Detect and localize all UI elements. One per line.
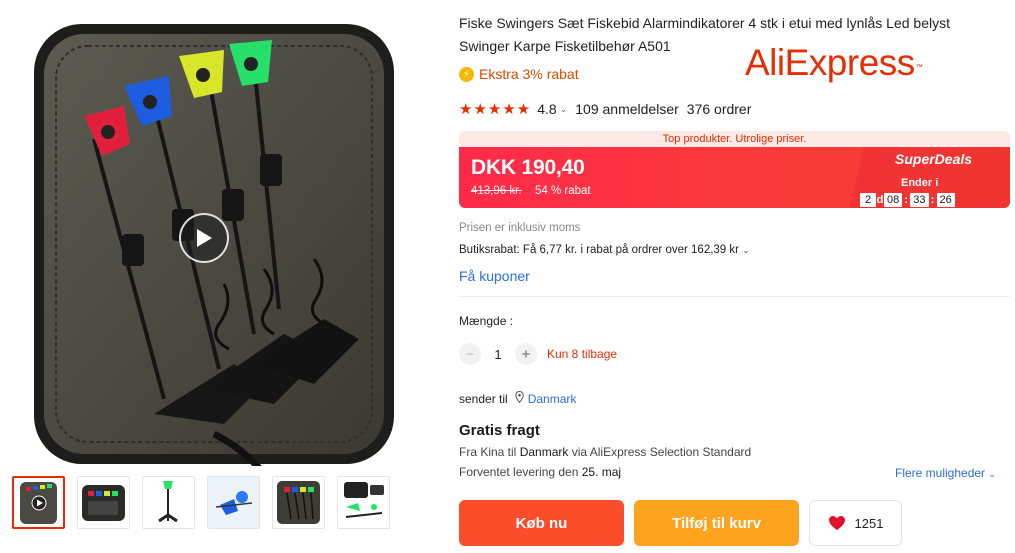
wishlist-count: 1251	[854, 515, 884, 531]
extra-discount-label: Ekstra 3% rabat	[479, 66, 579, 82]
brand-name: AliExpress	[745, 42, 915, 83]
deal-banner: Top produkter. Utrolige priser.	[459, 131, 1010, 147]
delivery-date: 25. maj	[581, 465, 622, 479]
price-box: DKK 190,40 413,96 kr. 54 % rabat SuperDe…	[459, 147, 1010, 208]
product-main-image[interactable]	[4, 4, 428, 466]
get-coupons-link[interactable]: Få kuponer	[459, 268, 530, 284]
video-play-button[interactable]	[179, 213, 229, 263]
delivery-label: Forventet levering den	[459, 465, 579, 479]
countdown-timer: 2 d 08 : 33 : 26	[860, 193, 955, 207]
thumbnail-3-image	[158, 481, 178, 523]
timer-separator: :	[930, 194, 935, 206]
timer-seconds: 26	[936, 193, 955, 207]
timer-hours: 08	[884, 193, 903, 207]
chevron-down-icon: ⌄	[742, 245, 750, 255]
thumbnail-2-image	[82, 485, 125, 521]
chevron-down-icon: ⌄	[988, 469, 996, 479]
quantity-label: Mængde :	[459, 314, 514, 328]
rating-row: ★★★★★ 4.8 ⌄ 109 anmeldelser 376 ordrer	[459, 100, 751, 118]
superdeals-label[interactable]: SuperDeals	[895, 151, 972, 167]
location-pin-icon	[515, 390, 524, 406]
lightning-coin-icon: ⚡	[459, 66, 474, 82]
thumbnail-3[interactable]	[142, 476, 195, 529]
store-discount-text: Butiksrabat: Få 6,77 kr. i rabat på ordr…	[459, 244, 739, 256]
shipping-route: Fra Kina til Danmark via AliExpress Sele…	[459, 445, 751, 459]
wishlist-button[interactable]: 1251	[809, 500, 902, 546]
shipping-method: via AliExpress Selection Standard	[571, 445, 752, 459]
discount-percent: 54 % rabat	[535, 185, 591, 197]
divider	[459, 296, 1010, 297]
shipping-from: Fra Kina til	[459, 445, 517, 459]
buy-now-button[interactable]: Køb nu	[459, 500, 624, 546]
ship-to-country[interactable]: Danmark	[528, 392, 577, 406]
thumbnail-1[interactable]	[12, 476, 65, 529]
thumbnail-5[interactable]	[272, 476, 325, 529]
star-rating-icon: ★★★★★	[459, 101, 532, 118]
current-price: DKK 190,40	[471, 156, 585, 179]
play-icon	[197, 229, 212, 247]
reviews-link[interactable]: 109 anmeldelser	[575, 101, 679, 117]
brand-logo: AliExpress™	[745, 42, 923, 84]
rating-score[interactable]: 4.8	[537, 101, 556, 117]
thumbnail-2[interactable]	[77, 476, 130, 529]
heart-icon	[828, 516, 845, 530]
shipping-destination: Danmark	[519, 445, 569, 459]
timer-days-unit: d	[876, 194, 884, 206]
thumbnail-1-image	[20, 482, 57, 524]
delivery-estimate: Forventet levering den 25. maj	[459, 465, 621, 479]
extra-discount[interactable]: ⚡ Ekstra 3% rabat	[459, 66, 579, 82]
more-options-label: Flere muligheder	[895, 466, 986, 480]
original-price: 413,96 kr.	[471, 185, 522, 197]
ship-to-row: sender til Danmark	[459, 390, 577, 406]
chevron-down-icon[interactable]: ⌄	[560, 104, 568, 115]
quantity-value[interactable]: 1	[481, 347, 515, 362]
increase-quantity-button[interactable]: +	[515, 343, 537, 365]
brand-trademark: ™	[915, 64, 923, 71]
thumbnail-5-image	[277, 481, 320, 524]
more-shipping-options[interactable]: Flere muligheder ⌄	[895, 466, 996, 480]
thumbnail-6[interactable]	[337, 476, 390, 529]
orders-count: 376 ordrer	[686, 101, 752, 117]
stock-remaining: Kun 8 tilbage	[547, 347, 618, 361]
ship-to-label: sender til	[459, 391, 508, 406]
thumbnail-strip	[12, 476, 390, 529]
store-discount[interactable]: Butiksrabat: Få 6,77 kr. i rabat på ordr…	[459, 244, 750, 256]
timer-separator: :	[904, 194, 909, 206]
thumbnail-4[interactable]	[207, 476, 260, 529]
countdown-label: Ender i	[901, 177, 939, 189]
timer-minutes: 33	[910, 193, 929, 207]
add-to-cart-button[interactable]: Tilføj til kurv	[634, 500, 799, 546]
thumbnail-4-image	[208, 477, 259, 528]
quantity-stepper: − 1 + Kun 8 tilbage	[459, 343, 617, 365]
timer-days: 2	[860, 193, 876, 207]
thumbnail-6-image	[344, 482, 384, 518]
shipping-title: Gratis fragt	[459, 422, 540, 439]
vat-note: Prisen er inklusiv moms	[459, 222, 581, 234]
decrease-quantity-button[interactable]: −	[459, 343, 481, 365]
